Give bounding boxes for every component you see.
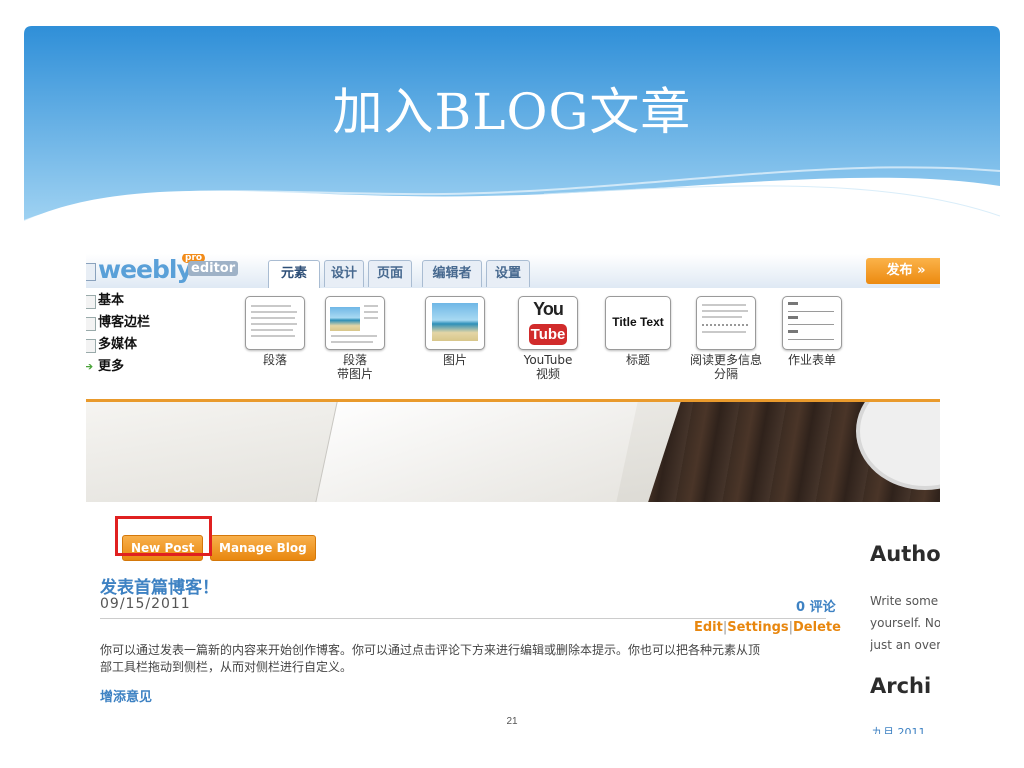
settings-link[interactable]: Settings (727, 620, 788, 635)
tab-elements[interactable]: 元素 (268, 260, 320, 289)
element-label: 标题 (625, 353, 650, 367)
image-icon (330, 307, 360, 331)
post-divider (100, 618, 826, 619)
category-more[interactable]: ➔ 更多 (86, 356, 234, 378)
category-multimedia[interactable]: 多媒体 (86, 334, 234, 356)
comments-link[interactable]: 0 评论 (796, 596, 836, 615)
element-title[interactable]: Title Text 标题 (602, 296, 674, 367)
arrow-right-icon: ➔ (86, 360, 94, 373)
youtube-icon: You (533, 299, 564, 319)
chevron-right-icon: » (917, 263, 926, 278)
publish-button[interactable]: 发布 » (866, 258, 940, 284)
read-more-thumbnail (696, 296, 756, 350)
element-label-2: 视频 (535, 367, 560, 381)
author-text-line: Write some (870, 594, 939, 608)
add-comment-link[interactable]: 增添意见 (100, 686, 152, 705)
category-basic[interactable]: 基本 (86, 290, 234, 312)
element-form[interactable]: 作业表单 (779, 296, 845, 367)
title-thumbnail: Title Text (605, 296, 671, 350)
author-heading: Autho (870, 542, 940, 566)
element-label: 作业表单 (787, 353, 836, 367)
element-label: 图片 (442, 353, 467, 367)
paragraph-image-thumbnail (325, 296, 385, 350)
post-body: 你可以通过发表一篇新的内容来开始创作博客。你可以通过点击评论下方来进行编辑或删除… (100, 642, 840, 676)
media-icon (86, 339, 96, 353)
notebook-page (313, 402, 640, 502)
category-label: 博客边栏 (98, 315, 151, 330)
youtube-tube-icon: Tube (529, 324, 567, 345)
tab-editors[interactable]: 编辑者 (422, 260, 482, 287)
category-label: 多媒体 (98, 337, 138, 352)
new-post-highlight (115, 516, 212, 556)
page-icon (86, 295, 96, 309)
element-label: 段落 (342, 353, 367, 367)
slide-title: 加入BLOG文章 (332, 83, 692, 141)
category-label: 基本 (98, 293, 125, 308)
manage-blog-button[interactable]: Manage Blog (210, 535, 316, 561)
category-label: 更多 (98, 359, 125, 374)
form-thumbnail (782, 296, 842, 350)
editor-toolbar: weebly pro editor 元素 设计 页面 编辑者 设置 发布 » (86, 254, 940, 289)
post-body-line: 部工具栏拖动到侧栏，从而对侧栏进行自定义。 (100, 660, 353, 674)
element-paragraph-with-image[interactable]: 段落 带图片 (322, 296, 388, 381)
elements-panel: 基本 博客边栏 多媒体 ➔ 更多 段落 段落 带图片 图片 You Tube Y… (86, 288, 940, 402)
header-image (86, 402, 940, 502)
title-text-preview: Title Text (612, 315, 664, 329)
edit-link[interactable]: Edit (694, 620, 723, 635)
beach-photo-icon (432, 303, 478, 341)
youtube-thumbnail: You Tube (518, 296, 578, 350)
tab-pages[interactable]: 页面 (368, 260, 412, 287)
weebly-logo: weebly pro editor (86, 254, 239, 285)
element-paragraph[interactable]: 段落 (242, 296, 308, 367)
tab-design[interactable]: 设计 (324, 260, 364, 287)
element-label: 阅读更多信息 (689, 353, 762, 367)
element-read-more-divider[interactable]: 阅读更多信息 分隔 (686, 296, 766, 381)
page-icon (86, 263, 96, 281)
element-image[interactable]: 图片 (422, 296, 488, 367)
delete-link[interactable]: Delete (793, 620, 841, 635)
post-actions: Edit|Settings|Delete (694, 620, 841, 635)
archives-heading: Archi (870, 674, 932, 698)
page-number: 21 (506, 716, 518, 727)
tab-settings[interactable]: 设置 (486, 260, 530, 287)
element-label-2: 带图片 (336, 367, 373, 381)
logo-editor-label: editor (188, 261, 239, 276)
element-categories: 基本 博客边栏 多媒体 ➔ 更多 (86, 290, 234, 378)
element-youtube-video[interactable]: You Tube YouTube 视频 (512, 296, 584, 381)
post-date: 09/15/2011 (100, 596, 191, 612)
weebly-editor-screenshot: weebly pro editor 元素 设计 页面 编辑者 设置 发布 » 基… (86, 254, 940, 734)
page-icon (86, 317, 96, 331)
post-body-line: 你可以通过发表一篇新的内容来开始创作博客。你可以通过点击评论下方来进行编辑或删除… (100, 643, 761, 657)
author-text-line: just an over (870, 638, 940, 652)
publish-label: 发布 (886, 263, 913, 278)
image-thumbnail (425, 296, 485, 350)
element-label-2: 分隔 (713, 367, 738, 381)
author-text: Write some yourself. No just an over (870, 590, 940, 656)
post-title[interactable]: 发表首篇博客！ (100, 573, 219, 598)
category-blog-sidebar[interactable]: 博客边栏 (86, 312, 234, 334)
paragraph-thumbnail (245, 296, 305, 350)
author-text-line: yourself. No (870, 616, 940, 630)
element-label: 段落 (262, 353, 287, 367)
logo-brand: weebly (98, 255, 193, 284)
element-label: YouTube (523, 353, 573, 367)
